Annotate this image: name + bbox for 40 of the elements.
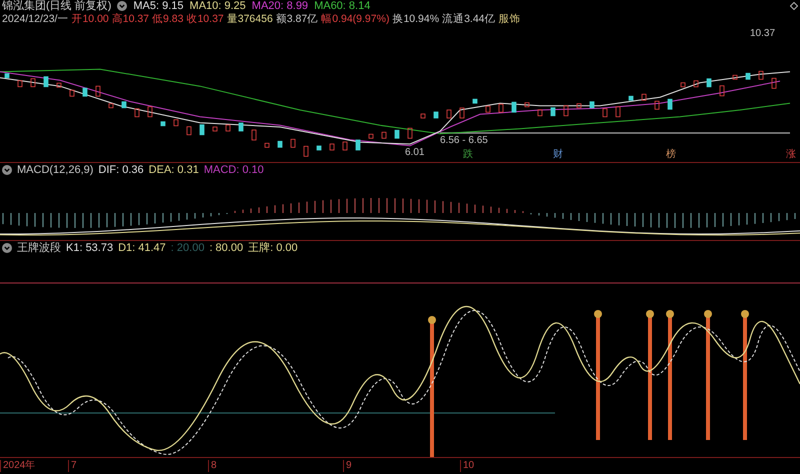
ma-value: MA10: 9.25 [190,0,246,12]
quote-value: 2024/12/23/一 [2,12,68,24]
wave-value: : 80.00 [209,242,244,254]
axis-label: 7 [68,460,77,472]
event-marker[interactable]: 财 [552,149,564,161]
price-high-label: 10.37 [750,28,776,40]
quote-value: 幅0.94(9.97%) [321,12,390,24]
diamond-icon[interactable] [790,2,798,10]
macd-title: MACD(12,26,9) [17,164,94,176]
macd-value: MACD: 0.10 [204,164,264,176]
collapse-icon[interactable] [2,164,12,174]
ma-value: MA20: 8.99 [252,0,308,12]
collapse-icon[interactable] [2,242,12,252]
quote-value: 量376456 [226,12,273,24]
quote-value: 服饰 [498,12,520,24]
macd-value: DEA: 0.31 [148,164,199,176]
ma-value: MA60: 8.14 [314,0,370,12]
wave-value: K1: 53.73 [66,242,114,254]
quote-value: 额3.87亿 [276,12,318,24]
collapse-icon[interactable] [117,1,128,11]
stock-title: 锦泓集团(日线 前复权) [2,0,112,12]
wave-value: 王牌: 0.00 [248,242,298,254]
quote-value: 开10.00 [71,12,109,24]
axis-label: 2024年 [0,460,36,472]
wave-title: 王牌波段 [17,242,61,254]
axis-label: 8 [208,460,217,472]
event-marker[interactable]: 榜 [665,149,677,161]
quote-value: 高10.37 [112,12,150,24]
event-marker[interactable]: 涨 [785,149,797,161]
quote-value: 换10.94% [392,12,440,24]
quote-value: 低9.83 [152,12,184,24]
quote-value: 流通3.44亿 [442,12,496,24]
axis-label: 10 [460,460,474,472]
wave-value: : 20.00 [170,242,204,254]
axis-label: 9 [343,460,352,472]
macd-value: DIF: 0.36 [98,164,144,176]
wave-value: D1: 41.47 [118,242,166,254]
ma-value: MA5: 9.15 [133,0,184,12]
quote-value: 收10.37 [186,12,224,24]
event-marker[interactable]: 跌 [462,149,474,161]
